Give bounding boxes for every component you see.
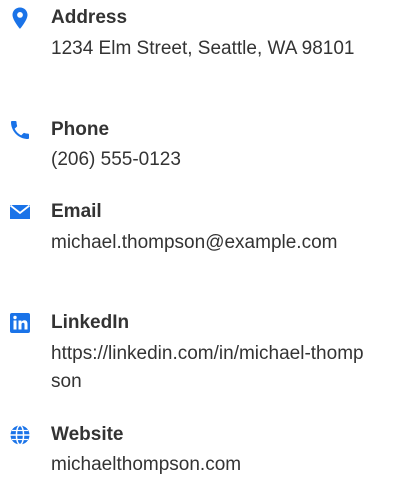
phone-value: (206) 555-0123 [51,149,181,170]
website-label: Website [51,424,124,445]
email-label: Email [51,201,102,222]
linkedin-label: LinkedIn [51,312,130,333]
address-value: 1234 Elm Street, Seattle, WA 98101 [51,38,355,59]
envelope-icon [8,200,32,224]
phone-icon [8,118,32,142]
address-label: Address [51,7,128,28]
globe-icon [8,423,32,447]
email-value[interactable]: michael.thompson@example.com [51,229,366,257]
website-value[interactable]: michaelthompson.com [51,451,366,479]
contact-info-list: Address 1234 Elm Street, Seattle, WA 981… [0,0,398,485]
location-pin-icon [8,6,32,30]
phone-label: Phone [51,119,110,140]
linkedin-icon [8,311,32,335]
linkedin-value[interactable]: https://linkedin.com/in/michael-thompson [51,340,366,396]
